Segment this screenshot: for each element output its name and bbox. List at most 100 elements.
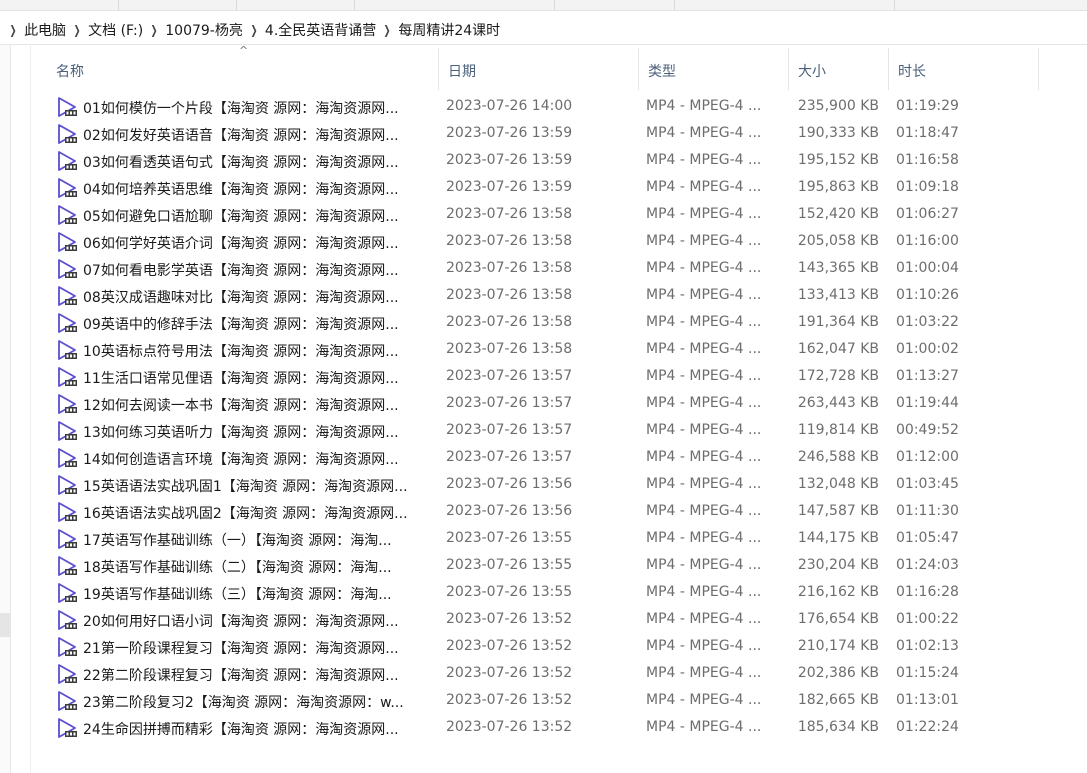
file-name: 22第二阶段课程复习【海淘资 源网：海淘资源网... bbox=[83, 668, 399, 684]
video-file-icon bbox=[56, 420, 78, 442]
file-name: 10英语标点符号用法【海淘资 源网：海淘资源网... bbox=[83, 344, 399, 360]
file-duration: 00:49:52 bbox=[896, 422, 959, 438]
file-duration: 01:00:04 bbox=[896, 260, 959, 276]
file-name: 14如何创造语言环境【海淘资 源网：海淘资源网... bbox=[83, 452, 399, 468]
file-name: 13如何练习英语听力【海淘资 源网：海淘资源网... bbox=[83, 425, 399, 441]
file-row[interactable]: 09英语中的修辞手法【海淘资 源网：海淘资源网... 2023-07-26 13:… bbox=[46, 310, 1046, 337]
file-date: 2023-07-26 13:58 bbox=[446, 341, 573, 357]
column-header-date[interactable]: 日期 bbox=[438, 48, 639, 90]
video-file-icon bbox=[56, 258, 78, 280]
file-row[interactable]: 15英语语法实战巩固1【海淘资 源网：海淘资源网... 2023-07-26 13… bbox=[46, 472, 1046, 499]
file-date: 2023-07-26 13:52 bbox=[446, 638, 573, 654]
chevron-right-icon[interactable]: ❯ bbox=[384, 23, 391, 37]
video-file-icon bbox=[56, 204, 78, 226]
file-duration: 01:10:26 bbox=[896, 287, 959, 303]
file-duration: 01:11:30 bbox=[896, 503, 959, 519]
file-size: 185,634 KB bbox=[797, 719, 879, 735]
column-header-name[interactable]: 名称 ^ bbox=[46, 44, 439, 90]
column-header-duration[interactable]: 时长 bbox=[888, 48, 1039, 90]
file-row[interactable]: 04如何培养英语思维【海淘资 源网：海淘资源网... 2023-07-26 13:… bbox=[46, 175, 1046, 202]
file-row[interactable]: 24生命因拼搏而精彩【海淘资 源网：海淘资源网... 2023-07-26 13:… bbox=[46, 715, 1046, 742]
file-size: 182,665 KB bbox=[797, 692, 879, 708]
video-file-icon bbox=[56, 663, 78, 685]
video-file-icon bbox=[56, 285, 78, 307]
column-header-type[interactable]: 类型 bbox=[638, 48, 789, 90]
video-file-icon bbox=[56, 312, 78, 334]
file-name: 19英语写作基础训练（三）【海淘资 源网：海淘... bbox=[83, 587, 392, 603]
breadcrumb-drive-f[interactable]: 文档 (F:) bbox=[88, 20, 143, 40]
file-row[interactable]: 02如何发好英语语音【海淘资 源网：海淘资源网... 2023-07-26 13:… bbox=[46, 121, 1046, 148]
file-row[interactable]: 22第二阶段课程复习【海淘资 源网：海淘资源网... 2023-07-26 13:… bbox=[46, 661, 1046, 688]
column-header-name-label: 名称 bbox=[56, 64, 84, 80]
file-row[interactable]: 21第一阶段课程复习【海淘资 源网：海淘资源网... 2023-07-26 13:… bbox=[46, 634, 1046, 661]
file-size: 210,174 KB bbox=[797, 638, 879, 654]
file-name: 16英语语法实战巩固2【海淘资 源网：海淘资源网... bbox=[83, 506, 408, 522]
breadcrumb-folder-10079[interactable]: 10079-杨亮 bbox=[165, 20, 243, 40]
file-duration: 01:24:03 bbox=[896, 557, 959, 573]
file-name: 07如何看电影学英语【海淘资 源网：海淘资源网... bbox=[83, 263, 399, 279]
breadcrumb-folder-camp[interactable]: 4.全民英语背诵营 bbox=[265, 20, 376, 40]
file-row[interactable]: 14如何创造语言环境【海淘资 源网：海淘资源网... 2023-07-26 13:… bbox=[46, 445, 1046, 472]
video-file-icon bbox=[56, 447, 78, 469]
file-row[interactable]: 01如何模仿一个片段【海淘资 源网：海淘资源网... 2023-07-26 14:… bbox=[46, 94, 1046, 121]
file-size: 133,413 KB bbox=[797, 287, 879, 303]
chevron-right-icon[interactable]: ❯ bbox=[74, 23, 81, 37]
file-size: 246,588 KB bbox=[797, 449, 879, 465]
file-size: 263,443 KB bbox=[797, 395, 879, 411]
file-row[interactable]: 20如何用好口语小词【海淘资 源网：海淘资源网... 2023-07-26 13:… bbox=[46, 607, 1046, 634]
file-row[interactable]: 07如何看电影学英语【海淘资 源网：海淘资源网... 2023-07-26 13:… bbox=[46, 256, 1046, 283]
ribbon-group bbox=[354, 0, 555, 10]
ribbon-group bbox=[236, 0, 355, 10]
chevron-right-icon[interactable]: ❯ bbox=[250, 23, 257, 37]
file-date: 2023-07-26 13:52 bbox=[446, 692, 573, 708]
file-row[interactable]: 23第二阶段复习2【海淘资 源网：海淘资源网：w... 2023-07-26 13… bbox=[46, 688, 1046, 715]
file-row[interactable]: 08英汉成语趣味对比【海淘资 源网：海淘资源网... 2023-07-26 13:… bbox=[46, 283, 1046, 310]
file-size: 143,365 KB bbox=[797, 260, 879, 276]
nav-selected-item[interactable] bbox=[0, 613, 10, 637]
file-size: 152,420 KB bbox=[797, 206, 879, 222]
pane-divider[interactable] bbox=[30, 45, 31, 773]
video-file-icon bbox=[56, 690, 78, 712]
file-duration: 01:03:22 bbox=[896, 314, 959, 330]
file-row[interactable]: 05如何避免口语尬聊【海淘资 源网：海淘资源网... 2023-07-26 13:… bbox=[46, 202, 1046, 229]
file-date: 2023-07-26 14:00 bbox=[446, 98, 573, 114]
file-row[interactable]: 03如何看透英语句式【海淘资 源网：海淘资源网... 2023-07-26 13:… bbox=[46, 148, 1046, 175]
file-type: MP4 - MPEG-4 ... bbox=[646, 152, 762, 168]
file-type: MP4 - MPEG-4 ... bbox=[646, 179, 762, 195]
chevron-right-icon[interactable]: ❯ bbox=[10, 23, 17, 37]
file-name: 12如何去阅读一本书【海淘资 源网：海淘资源网... bbox=[83, 398, 399, 414]
file-row[interactable]: 17英语写作基础训练（一）【海淘资 源网：海淘... 2023-07-26 13:… bbox=[46, 526, 1046, 553]
video-file-icon bbox=[56, 609, 78, 631]
column-header-size[interactable]: 大小 bbox=[788, 48, 889, 90]
file-duration: 01:00:02 bbox=[896, 341, 959, 357]
file-size: 119,814 KB bbox=[797, 422, 879, 438]
file-size: 190,333 KB bbox=[797, 125, 879, 141]
file-row[interactable]: 19英语写作基础训练（三）【海淘资 源网：海淘... 2023-07-26 13:… bbox=[46, 580, 1046, 607]
file-row[interactable]: 10英语标点符号用法【海淘资 源网：海淘资源网... 2023-07-26 13:… bbox=[46, 337, 1046, 364]
file-duration: 01:05:47 bbox=[896, 530, 959, 546]
file-row[interactable]: 16英语语法实战巩固2【海淘资 源网：海淘资源网... 2023-07-26 13… bbox=[46, 499, 1046, 526]
file-size: 144,175 KB bbox=[797, 530, 879, 546]
video-file-icon bbox=[56, 393, 78, 415]
file-type: MP4 - MPEG-4 ... bbox=[646, 719, 762, 735]
breadcrumb-this-pc[interactable]: 此电脑 bbox=[24, 20, 66, 40]
file-date: 2023-07-26 13:52 bbox=[446, 665, 573, 681]
file-row[interactable]: 11生活口语常见俚语【海淘资 源网：海淘资源网... 2023-07-26 13:… bbox=[46, 364, 1046, 391]
file-row[interactable]: 18英语写作基础训练（二）【海淘资 源网：海淘... 2023-07-26 13:… bbox=[46, 553, 1046, 580]
breadcrumb-folder-current[interactable]: 每周精讲24课时 bbox=[398, 20, 500, 40]
file-duration: 01:19:44 bbox=[896, 395, 959, 411]
file-type: MP4 - MPEG-4 ... bbox=[646, 98, 762, 114]
file-row[interactable]: 13如何练习英语听力【海淘资 源网：海淘资源网... 2023-07-26 13:… bbox=[46, 418, 1046, 445]
file-type: MP4 - MPEG-4 ... bbox=[646, 395, 762, 411]
file-name: 05如何避免口语尬聊【海淘资 源网：海淘资源网... bbox=[83, 209, 399, 225]
file-date: 2023-07-26 13:58 bbox=[446, 287, 573, 303]
file-duration: 01:09:18 bbox=[896, 179, 959, 195]
file-row[interactable]: 06如何学好英语介词【海淘资 源网：海淘资源网... 2023-07-26 13:… bbox=[46, 229, 1046, 256]
file-row[interactable]: 12如何去阅读一本书【海淘资 源网：海淘资源网... 2023-07-26 13:… bbox=[46, 391, 1046, 418]
chevron-right-icon[interactable]: ❯ bbox=[151, 23, 158, 37]
file-type: MP4 - MPEG-4 ... bbox=[646, 287, 762, 303]
file-size: 235,900 KB bbox=[797, 98, 879, 114]
address-bar[interactable]: ❯ 此电脑 ❯ 文档 (F:) ❯ 10079-杨亮 ❯ 4.全民英语背诵营 ❯… bbox=[0, 16, 1087, 45]
file-name: 15英语语法实战巩固1【海淘资 源网：海淘资源网... bbox=[83, 479, 408, 495]
navigation-pane[interactable] bbox=[0, 45, 11, 773]
